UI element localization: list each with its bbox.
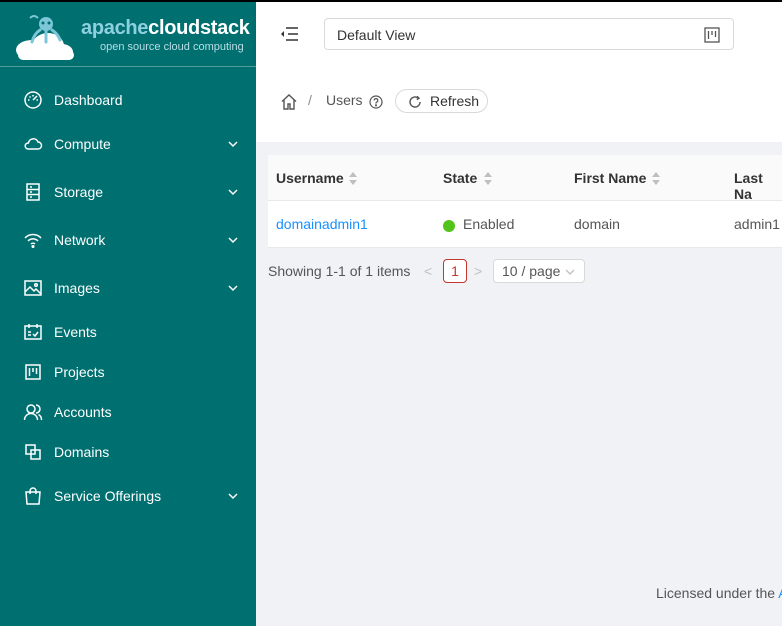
cloudstack-logo-icon xyxy=(16,15,74,60)
state-value: Enabled xyxy=(463,216,515,232)
sidebar-item-label: Service Offerings xyxy=(54,488,162,504)
sidebar-item-projects[interactable]: Projects xyxy=(0,352,256,392)
wifi-icon xyxy=(24,233,42,249)
project-view-value: Default View xyxy=(337,27,416,43)
logo[interactable]: apachecloudstack open source cloud compu… xyxy=(0,0,256,67)
sidebar-item-label: Domains xyxy=(54,444,110,460)
project-icon xyxy=(25,364,41,380)
brand-tagline: open source cloud computing xyxy=(100,41,244,53)
users-table: Username State First Name Last Na domain… xyxy=(268,155,782,248)
reload-icon xyxy=(409,95,421,108)
shopping-icon xyxy=(25,487,41,505)
brand-wordmark: apachecloudstack xyxy=(81,17,250,40)
sidebar-item-label: Network xyxy=(54,232,106,248)
username-link[interactable]: domainadmin1 xyxy=(276,216,368,232)
sidebar: apachecloudstack open source cloud compu… xyxy=(0,0,256,626)
first-name-value: domain xyxy=(574,216,620,232)
sidebar-item-storage[interactable]: Storage xyxy=(0,172,256,212)
cloud-icon xyxy=(24,138,43,150)
column-header-first-name[interactable]: First Name xyxy=(574,170,646,186)
sort-icon[interactable] xyxy=(349,172,357,185)
column-header-last-name[interactable]: Last Na xyxy=(734,170,782,202)
sidebar-item-label: Events xyxy=(54,324,97,340)
block-icon xyxy=(25,444,41,460)
sort-icon[interactable] xyxy=(484,172,492,185)
page-size-value: 10 / page xyxy=(502,263,561,279)
sidebar-item-images[interactable]: Images xyxy=(0,268,256,308)
dashboard-icon xyxy=(24,91,42,109)
sidebar-item-service-offerings[interactable]: Service Offerings xyxy=(0,476,256,516)
sidebar-item-compute[interactable]: Compute xyxy=(0,124,256,164)
question-circle-icon[interactable] xyxy=(369,95,383,109)
refresh-button[interactable]: Refresh xyxy=(395,89,488,113)
project-view-select[interactable]: Default View xyxy=(324,18,734,50)
table-row: domainadmin1 Enabled domain admin1 xyxy=(268,201,782,248)
brand-word-apache: apache xyxy=(81,17,149,39)
top-border xyxy=(0,0,782,2)
sidebar-item-network[interactable]: Network xyxy=(0,220,256,260)
home-icon[interactable] xyxy=(280,93,298,111)
sidebar-item-dashboard[interactable]: Dashboard xyxy=(0,80,256,120)
page-size-select[interactable]: 10 / page xyxy=(493,259,585,283)
last-name-value: admin1 xyxy=(734,216,780,232)
top-header: Default View xyxy=(256,2,782,66)
breadcrumb-current: Users xyxy=(326,92,363,108)
chevron-down-icon xyxy=(228,141,238,148)
schedule-icon xyxy=(24,324,42,340)
picture-icon xyxy=(24,280,42,296)
footer-license-text: Licensed under the xyxy=(656,585,779,601)
menu-fold-icon[interactable] xyxy=(279,25,299,43)
column-header-username[interactable]: Username xyxy=(276,170,344,186)
chevron-down-icon xyxy=(228,493,238,500)
sidebar-item-label: Compute xyxy=(54,136,111,152)
chevron-down-icon xyxy=(565,269,575,275)
sidebar-item-events[interactable]: Events xyxy=(0,312,256,352)
pagination-page-1[interactable]: 1 xyxy=(443,259,467,283)
footer-license: Licensed under the A xyxy=(656,585,782,601)
brand-word-cloudstack: cloudstack xyxy=(148,17,250,39)
project-icon xyxy=(704,27,720,43)
sidebar-item-label: Projects xyxy=(54,364,105,380)
pagination-prev-button[interactable]: < xyxy=(424,263,432,279)
breadcrumb: / Users Refresh xyxy=(256,66,782,142)
sidebar-item-label: Images xyxy=(54,280,100,296)
table-header: Username State First Name Last Na xyxy=(268,155,782,202)
footer-license-link[interactable]: A xyxy=(778,585,782,601)
chevron-down-icon xyxy=(228,237,238,244)
sidebar-item-domains[interactable]: Domains xyxy=(0,432,256,472)
sidebar-item-accounts[interactable]: Accounts xyxy=(0,392,256,432)
team-icon xyxy=(23,404,43,421)
refresh-label: Refresh xyxy=(430,93,480,109)
sidebar-item-label: Accounts xyxy=(54,404,112,420)
sidebar-item-label: Storage xyxy=(54,184,104,200)
chevron-down-icon xyxy=(228,285,238,292)
sidebar-item-label: Dashboard xyxy=(54,92,123,108)
database-icon xyxy=(26,183,40,201)
status-dot xyxy=(443,220,455,232)
chevron-down-icon xyxy=(228,189,238,196)
breadcrumb-separator: / xyxy=(308,92,312,108)
pagination-next-button[interactable]: > xyxy=(474,263,482,279)
pagination-total: Showing 1-1 of 1 items xyxy=(268,263,411,279)
column-header-state[interactable]: State xyxy=(443,170,477,186)
sort-icon[interactable] xyxy=(652,172,660,185)
